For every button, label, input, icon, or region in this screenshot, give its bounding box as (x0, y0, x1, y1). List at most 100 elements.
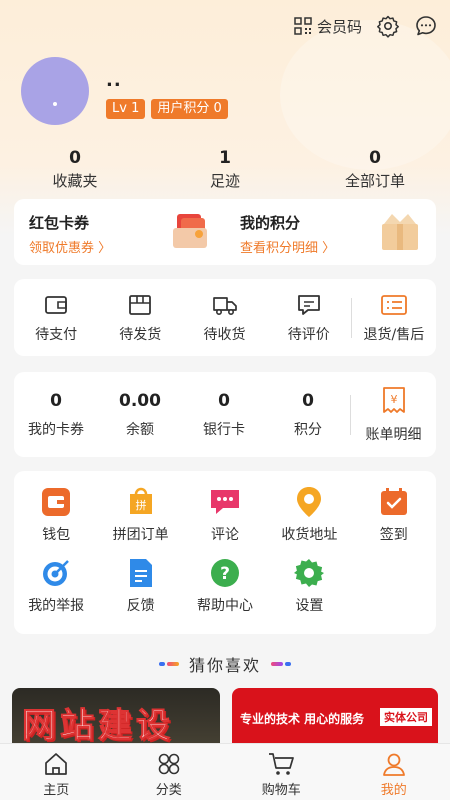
service-label: 帮助中心 (196, 598, 253, 614)
wallet-balance[interactable]: 0.00 余额 (98, 391, 182, 439)
coupon-promo[interactable]: 红包卡券 领取优惠券 〉 (14, 199, 225, 265)
truck-icon (212, 296, 237, 315)
member-code-label: 会员码 (316, 17, 362, 36)
service-reports[interactable]: 我的举报 (14, 556, 98, 615)
bill-icon: ¥ (382, 386, 405, 413)
user-badges: Lv 1 用户积分 0 (106, 99, 228, 119)
wallet-label: 积分 (294, 421, 322, 438)
points-promo[interactable]: 我的积分 查看积分明细 〉 (225, 199, 436, 265)
decoration-left (158, 662, 179, 666)
service-label: 评论 (210, 527, 239, 543)
service-label: 我的举报 (28, 598, 85, 614)
review-icon (210, 490, 239, 514)
wallet-bank-cards[interactable]: 0 银行卡 (182, 391, 266, 439)
stat-footprints[interactable]: 1 足迹 (150, 148, 300, 191)
service-check-in[interactable]: 签到 (352, 485, 436, 544)
gear-icon (377, 15, 399, 38)
stat-label: 全部订单 (344, 172, 405, 190)
location-icon (297, 487, 322, 517)
box-icon (129, 294, 152, 315)
order-returns[interactable]: 退货/售后 (352, 292, 436, 344)
target-icon (43, 560, 70, 586)
stat-all-orders[interactable]: 0 全部订单 (300, 148, 450, 191)
comment-icon (297, 294, 320, 315)
order-label: 待收货 (203, 326, 246, 343)
wallet-label: 我的卡券 (28, 421, 84, 438)
tab-cart[interactable]: 购物车 (225, 744, 338, 800)
profile-icon (382, 753, 405, 776)
stat-label: 足迹 (209, 172, 240, 190)
wallet-bill-details[interactable]: ¥ 账单明细 (351, 386, 436, 444)
wallet-outline-icon (45, 295, 67, 314)
product-banner-text: 专业的技术 用心的服务 (240, 712, 365, 726)
service-label: 签到 (379, 527, 408, 543)
feedback-icon (129, 559, 152, 587)
tab-label: 主页 (43, 783, 70, 798)
messages-button[interactable] (414, 14, 438, 38)
help-icon: ? (210, 559, 239, 587)
wallet-points[interactable]: 0 积分 (266, 391, 350, 439)
stat-favorites[interactable]: 0 收藏夹 (0, 148, 150, 191)
order-label: 待支付 (35, 326, 78, 343)
service-address[interactable]: 收货地址 (267, 485, 351, 544)
service-label: 设置 (295, 598, 324, 614)
bill-glyph: ¥ (390, 393, 397, 406)
group-buy-glyph: 拼 (135, 498, 146, 512)
service-group-orders[interactable]: 拼 拼团订单 (98, 485, 182, 544)
wallet-card: 0 我的卡券 0.00 余额 0 银行卡 0 积分 ¥ 账单明细 (14, 372, 436, 457)
username: .. (106, 70, 122, 91)
order-label: 待发货 (119, 326, 162, 343)
service-wallet[interactable]: 钱包 (14, 485, 98, 544)
list-icon (381, 294, 407, 315)
avatar-dot (53, 102, 57, 106)
calendar-check-icon (380, 488, 407, 515)
order-label: 退货/售后 (363, 326, 425, 343)
member-code-button[interactable]: 会员码 (293, 16, 362, 37)
service-label: 收货地址 (281, 527, 338, 543)
user-stats: 0 收藏夹 1 足迹 0 全部订单 (0, 148, 450, 191)
stat-value: 0 (69, 148, 81, 168)
stat-label: 收藏夹 (52, 172, 98, 190)
wallet-icon (42, 488, 71, 516)
group-buy-icon: 拼 (129, 487, 152, 514)
category-icon (158, 753, 180, 775)
service-label: 钱包 (42, 527, 71, 543)
cart-icon (269, 753, 295, 775)
wallet-value: 0.00 (119, 390, 161, 411)
tab-label: 我的 (380, 783, 407, 798)
service-settings[interactable]: 设置 (267, 556, 351, 615)
order-label: 待评价 (287, 326, 330, 343)
tab-label: 分类 (155, 783, 182, 798)
wallet-label: 银行卡 (203, 421, 245, 438)
tab-mine[interactable]: 我的 (338, 744, 450, 800)
stat-value: 0 (369, 148, 381, 168)
message-icon (416, 16, 436, 36)
tab-category[interactable]: 分类 (113, 744, 226, 800)
service-help-center[interactable]: ? 帮助中心 (183, 556, 267, 615)
product-tag: 实体公司 (380, 708, 432, 726)
product-banner-text: 网站建设 (22, 706, 174, 747)
wallet-value: 0 (50, 390, 62, 411)
level-badge: Lv 1 (106, 99, 146, 119)
wallet-coupons[interactable]: 0 我的卡券 (14, 391, 98, 439)
avatar[interactable] (21, 57, 89, 125)
services-card: 钱包 拼 拼团订单 评论 收货地址 签到 我的举报 反馈 ? 帮助中心 设置 (14, 471, 436, 634)
order-pending-payment[interactable]: 待支付 (14, 292, 98, 344)
wallet-bill-label: 账单明细 (365, 426, 422, 443)
order-pending-receipt[interactable]: 待收货 (182, 292, 266, 344)
guess-title: 猜你喜欢 (188, 656, 261, 675)
gear-icon (294, 559, 325, 587)
settings-button[interactable] (376, 14, 400, 38)
qr-code-icon (294, 17, 312, 35)
order-pending-shipment[interactable]: 待发货 (98, 292, 182, 344)
service-feedback[interactable]: 反馈 (98, 556, 182, 615)
order-pending-review[interactable]: 待评价 (267, 292, 351, 344)
help-glyph: ? (220, 564, 230, 584)
order-status-card: 待支付 待发货 待收货 待评价 退货/售后 (14, 279, 436, 356)
service-label: 拼团订单 (112, 527, 169, 543)
header-actions: 会员码 (293, 14, 438, 38)
service-reviews[interactable]: 评论 (183, 485, 267, 544)
tab-home[interactable]: 主页 (0, 744, 113, 800)
tab-label: 购物车 (261, 783, 301, 798)
bottom-tab-bar: 主页 分类 购物车 我的 (0, 743, 450, 800)
